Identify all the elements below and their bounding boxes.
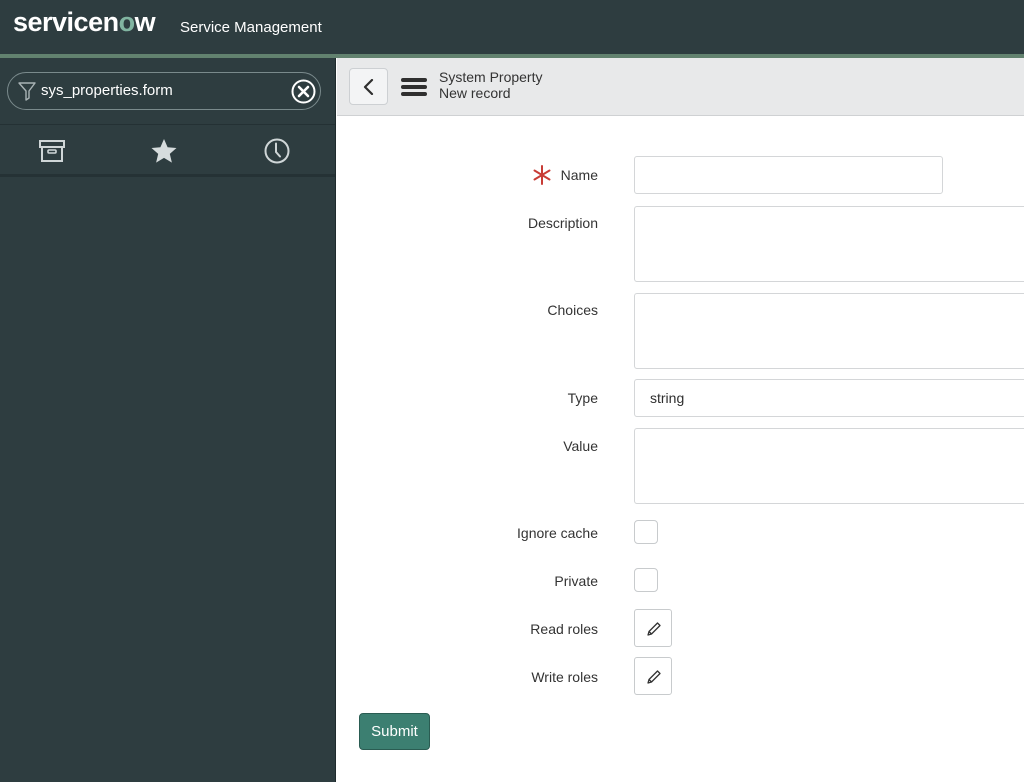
write-roles-label: Write roles <box>531 669 598 685</box>
ignore-cache-label: Ignore cache <box>517 525 598 541</box>
logo-text-end: w <box>134 7 156 37</box>
submit-button[interactable]: Submit <box>359 713 430 750</box>
type-label: Type <box>567 390 598 406</box>
logo-text: servicen <box>13 7 119 37</box>
hamburger-menu-icon[interactable] <box>401 78 427 96</box>
navigator-filter-input[interactable]: sys_properties.form <box>7 72 321 110</box>
choices-textarea[interactable] <box>634 293 1024 369</box>
back-button[interactable] <box>349 68 388 105</box>
navigator-tabs <box>0 125 335 175</box>
chevron-left-icon <box>363 79 374 95</box>
divider <box>0 174 335 177</box>
value-textarea[interactable] <box>634 428 1024 504</box>
star-icon[interactable] <box>150 137 178 165</box>
archive-box-icon[interactable] <box>38 137 66 165</box>
pencil-icon <box>647 670 661 684</box>
servicenow-logo[interactable]: servicenow <box>13 7 156 38</box>
type-select[interactable]: string <box>634 379 1024 417</box>
description-textarea[interactable] <box>634 206 1024 282</box>
description-label: Description <box>527 215 598 231</box>
filter-icon <box>18 82 36 101</box>
private-label: Private <box>554 573 598 589</box>
clear-circle-icon[interactable] <box>291 79 316 104</box>
choices-label: Choices <box>547 302 598 318</box>
pencil-icon <box>647 622 661 636</box>
logo-accent-o: o <box>118 7 136 37</box>
clock-icon[interactable] <box>263 137 291 165</box>
top-banner: servicenow Service Management <box>0 0 1024 54</box>
type-selected-value: string <box>650 390 685 406</box>
value-label: Value <box>563 438 598 454</box>
name-input[interactable] <box>634 156 943 194</box>
private-checkbox[interactable] <box>634 568 658 592</box>
write-roles-edit-button[interactable] <box>634 657 672 695</box>
form-header: System Property New record <box>337 58 1024 116</box>
read-roles-label: Read roles <box>530 621 598 637</box>
ignore-cache-checkbox[interactable] <box>634 520 658 544</box>
form-subtitle: New record <box>439 85 511 101</box>
form-title: System Property <box>439 69 543 85</box>
app-name: Service Management <box>180 19 322 36</box>
read-roles-edit-button[interactable] <box>634 609 672 647</box>
name-label: Name <box>560 167 598 183</box>
navigator-sidebar: sys_properties.form <box>0 58 336 782</box>
filter-value[interactable]: sys_properties.form <box>41 82 173 99</box>
